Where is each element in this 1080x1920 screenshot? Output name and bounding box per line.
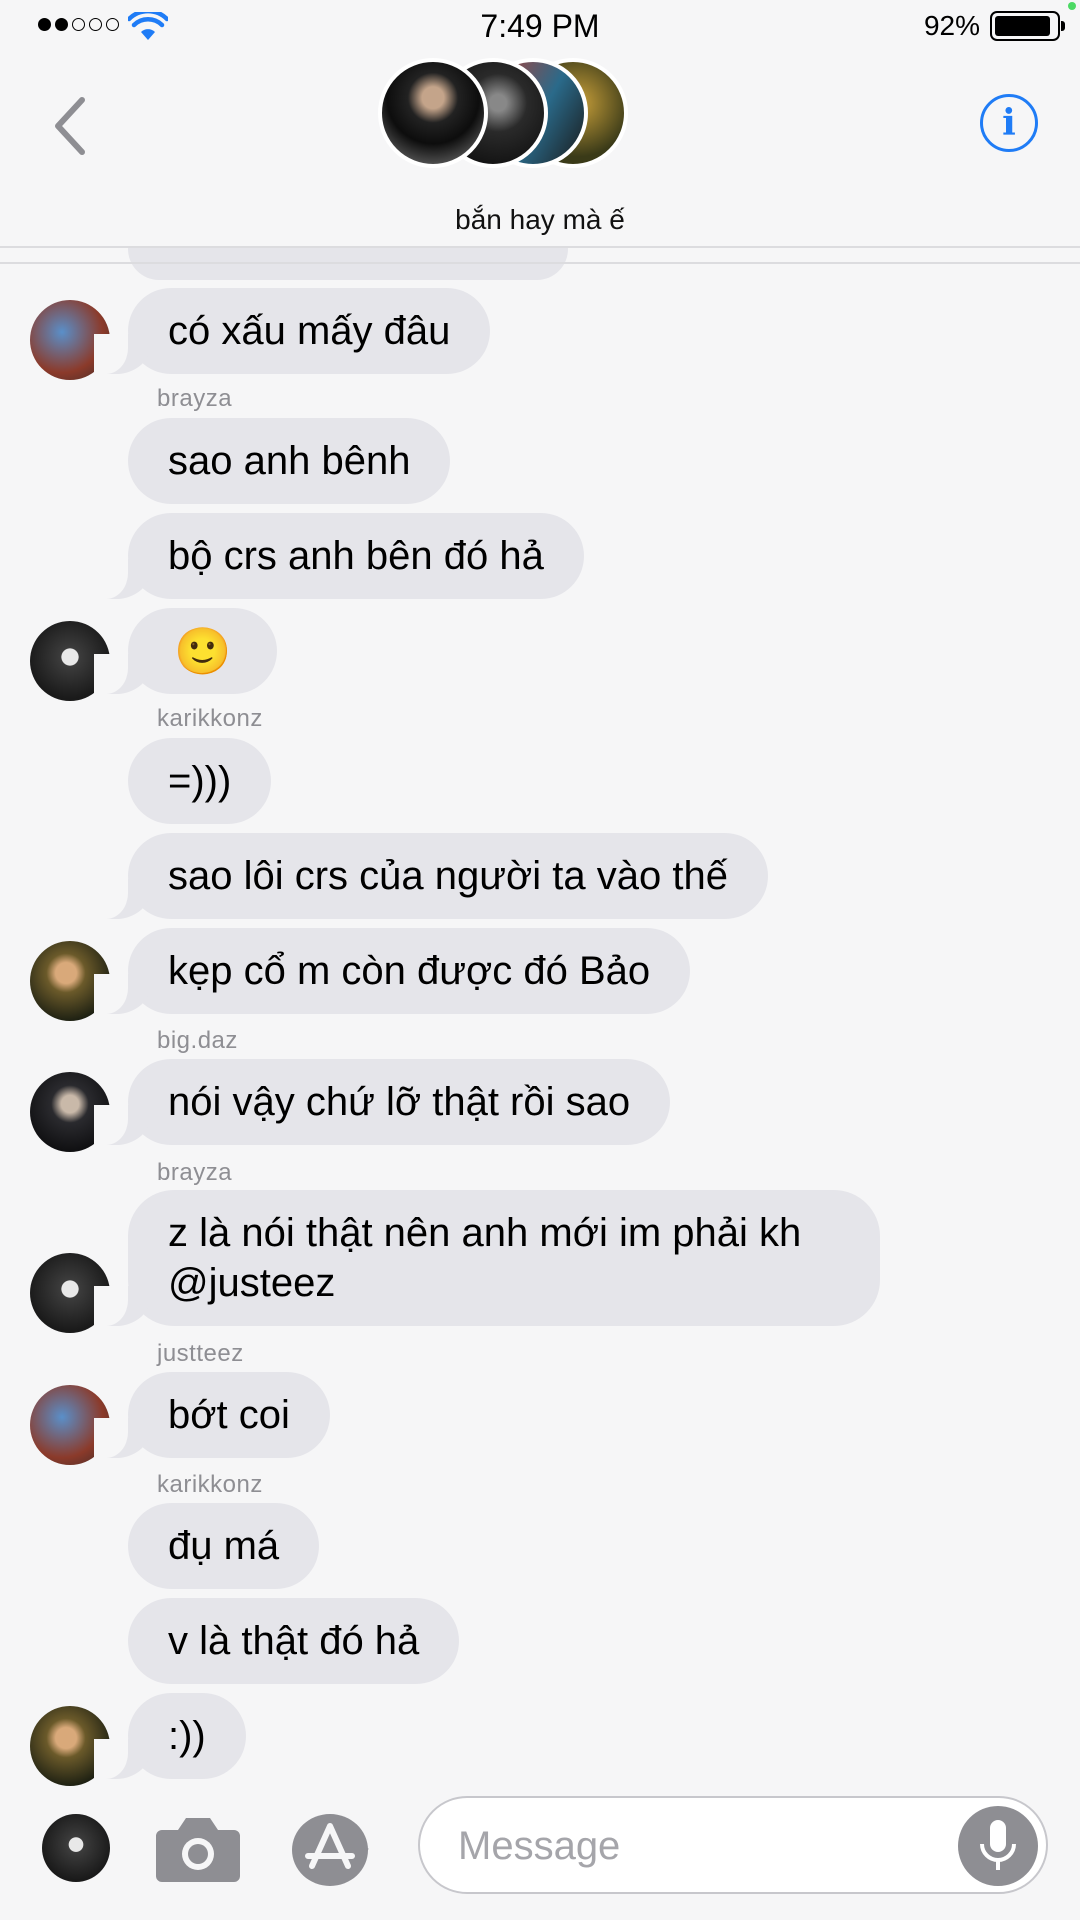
microphone-icon [980, 1820, 1016, 1870]
message-text: sao lôi crs của người ta vào thế [168, 854, 728, 898]
message-bubble[interactable]: z là nói thật nên anh mới im phải kh @ju… [94, 1190, 880, 1326]
message-input-placeholder: Message [458, 1824, 621, 1868]
message-text: đụ má [168, 1524, 280, 1568]
message-text: có xấu mấy đâu [168, 309, 451, 353]
message-text: sao anh bênh [168, 439, 411, 483]
group-name[interactable]: bắn hay mà ế [0, 204, 1080, 236]
message-bubble[interactable]: đụ má [128, 1503, 320, 1589]
status-time: 7:49 PM [480, 8, 600, 44]
message-bubble[interactable]: bộ crs anh bên đó hả [94, 513, 584, 599]
battery-icon [990, 11, 1065, 41]
status-bar: 7:49 PM 92% [0, 0, 1080, 52]
message-bubble[interactable]: v là thật đó hả [128, 1598, 460, 1684]
message-bubble[interactable]: :)) [94, 1693, 246, 1779]
sender-name: karikkonz [157, 1471, 263, 1498]
group-avatar-stack[interactable] [378, 58, 628, 168]
message-bubble[interactable]: nói vậy chứ lỡ thật rồi sao [93, 1059, 671, 1145]
message-bubble[interactable]: 🙂 [93, 608, 278, 694]
message-input[interactable]: Message [418, 1796, 1048, 1894]
conversation-header: i bắn hay mà ế [0, 52, 1080, 248]
sender-name: big.daz [157, 1027, 238, 1054]
sender-name: brayza [157, 385, 233, 412]
message-bubble[interactable]: bớt coi [94, 1372, 330, 1458]
memoji-avatar[interactable] [42, 1814, 110, 1882]
info-icon[interactable]: i [980, 94, 1038, 152]
message-text: kẹp cổ m còn được đó Bảo [168, 949, 651, 993]
message-text: v là thật đó hả [168, 1619, 420, 1663]
message-bubble[interactable]: có xấu mấy đâu [93, 288, 491, 374]
message-bubble[interactable]: kẹp cổ m còn được đó Bảo [93, 928, 691, 1014]
sender-name: brayza [157, 1159, 233, 1186]
composer-bar: Message [0, 1790, 1080, 1920]
message-text-line1: z là nói thật nên anh mới im phải kh [168, 1211, 802, 1255]
message-text: :)) [168, 1714, 206, 1758]
message-text: bớt coi [168, 1393, 290, 1437]
message-bubble[interactable]: sao lôi crs của người ta vào thế [94, 833, 768, 919]
message-text: bộ crs anh bên đó hả [168, 534, 544, 578]
back-chevron-icon[interactable] [50, 96, 90, 156]
microphone-button[interactable] [958, 1806, 1038, 1886]
message-list[interactable]: có xấu mấy đâu brayza sao anh bênh bộ cr… [0, 0, 1080, 1790]
message-mention[interactable]: @justeez [168, 1258, 840, 1308]
app-store-icon[interactable] [290, 1812, 380, 1888]
group-avatar-1 [378, 58, 488, 168]
message-bubble[interactable]: =))) [128, 738, 272, 824]
mic-in-use-indicator [1068, 2, 1076, 10]
sender-name: karikkonz [157, 705, 263, 732]
message-bubble[interactable]: sao anh bênh [128, 418, 451, 504]
battery-percentage: 92% [923, 10, 980, 41]
message-text: 🙂 [174, 625, 232, 677]
camera-icon[interactable] [156, 1814, 240, 1882]
sender-name: justteez [157, 1340, 244, 1367]
header-divider [0, 262, 1080, 264]
message-text: nói vậy chứ lỡ thật rồi sao [168, 1080, 631, 1124]
message-text: =))) [168, 759, 232, 803]
